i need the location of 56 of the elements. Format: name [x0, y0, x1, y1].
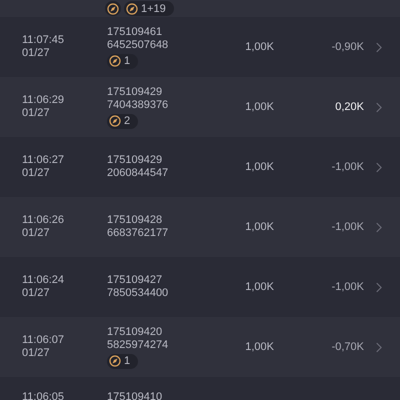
- id-text: 175109429: [107, 154, 162, 167]
- result-text: -1,00K: [330, 161, 364, 173]
- id-text: 5825974274: [107, 338, 168, 352]
- time-text: 11:06:29: [22, 94, 66, 107]
- date-text: 01/27: [22, 47, 51, 60]
- id-text: 175109427: [107, 274, 162, 287]
- id-text: 7404389376: [107, 98, 168, 112]
- time-text: 11:06:07: [22, 334, 66, 347]
- list-row[interactable]: 11:06:26 01/27 175109428 6683762177 1,00K -1,00K: [0, 197, 400, 257]
- id-text: 6452507648: [107, 38, 168, 52]
- coin-badge: 1+19: [124, 1, 174, 16]
- chevron-right-icon[interactable]: [375, 42, 382, 52]
- coin-badge: 1: [107, 54, 138, 68]
- time-text: 11:06:24: [22, 274, 66, 287]
- time-text: 11:06:05: [22, 391, 66, 400]
- result-text: 0,20K: [334, 101, 364, 113]
- amount-text: 1,00K: [244, 161, 274, 173]
- id-text: 175109461: [107, 26, 162, 38]
- date-text: 01/27: [22, 227, 51, 240]
- result-text: -0,90K: [330, 41, 364, 53]
- id-text: 175109429: [107, 86, 162, 98]
- chevron-right-icon[interactable]: [375, 342, 382, 352]
- time-text: 11:06:27: [22, 154, 66, 167]
- id-text: 2060844547: [107, 167, 168, 180]
- time-text: 11:06:26: [22, 214, 66, 227]
- amount-text: 1,00K: [244, 221, 274, 233]
- amount-text: 1,00K: [244, 341, 274, 353]
- id-text: 175109420: [107, 326, 162, 338]
- result-text: -0,70K: [330, 341, 364, 353]
- date-text: 01/27: [22, 347, 51, 360]
- chevron-right-icon[interactable]: [375, 162, 382, 172]
- amount-text: 1,00K: [244, 101, 274, 113]
- id-text: 6683762177: [107, 227, 168, 240]
- compass-icon: [126, 2, 138, 14]
- list-row[interactable]: 11:06:29 01/27 175109429 7404389376 2 1,00K 0,20K: [0, 77, 400, 137]
- id-text: 175109428: [107, 214, 162, 227]
- time-text: 11:07:45: [22, 34, 66, 47]
- amount-text: 1,00K: [244, 41, 274, 53]
- chevron-right-icon[interactable]: [375, 222, 382, 232]
- compass-icon: [109, 55, 121, 67]
- chevron-right-icon[interactable]: [375, 102, 382, 112]
- coin-badge: 2: [107, 114, 138, 128]
- compass-icon: [109, 115, 121, 127]
- date-text: 01/27: [22, 287, 51, 300]
- list-row[interactable]: 1+19: [0, 0, 400, 17]
- coin-badge: 1: [107, 354, 138, 368]
- id-text: 7850534400: [107, 287, 168, 300]
- date-text: 01/27: [22, 107, 51, 120]
- date-text: 01/27: [22, 167, 51, 180]
- chevron-right-icon[interactable]: [375, 282, 382, 292]
- compass-icon: [109, 355, 121, 367]
- amount-text: 1,00K: [244, 281, 274, 293]
- list-row[interactable]: 11:06:07 01/27 175109420 5825974274 1 1,00K -0,70K: [0, 317, 400, 377]
- result-text: -1,00K: [330, 221, 364, 233]
- id-text: 175109410: [107, 391, 162, 400]
- result-text: -1,00K: [330, 281, 364, 293]
